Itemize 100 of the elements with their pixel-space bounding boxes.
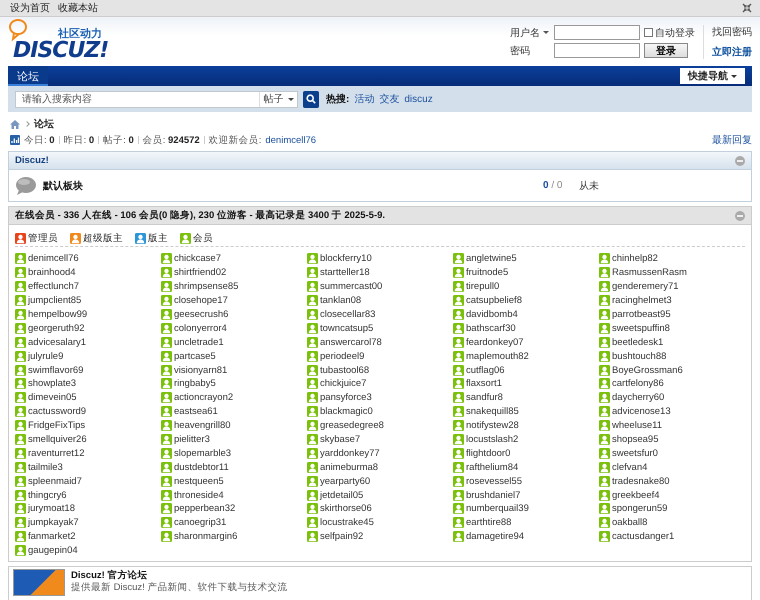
member-link[interactable]: sandfur8 xyxy=(466,392,503,404)
member-link[interactable]: spongerun59 xyxy=(612,503,668,514)
member-link[interactable]: slopemarble3 xyxy=(174,448,232,459)
member-link[interactable]: sharonmargin6 xyxy=(174,531,238,542)
member-link[interactable]: locustslash2 xyxy=(466,434,518,446)
member-link[interactable]: spleenmaid7 xyxy=(28,476,82,487)
member-link[interactable]: beetledesk1 xyxy=(612,336,664,348)
password-field[interactable] xyxy=(554,43,640,58)
member-link[interactable]: actioncrayon2 xyxy=(174,392,234,404)
member-link[interactable]: racinghelmet3 xyxy=(612,295,672,306)
register-link[interactable]: 立即注册 xyxy=(712,44,752,58)
member-link[interactable]: selfpain92 xyxy=(320,531,364,542)
member-link[interactable]: angletwine5 xyxy=(466,253,517,264)
member-link[interactable]: closecellar83 xyxy=(320,309,376,320)
member-link[interactable]: shopsea95 xyxy=(612,434,658,446)
member-link[interactable]: dimevein05 xyxy=(28,392,77,404)
member-link[interactable]: dustdebtor11 xyxy=(174,462,229,473)
member-link[interactable]: visionyarn81 xyxy=(174,364,228,376)
login-button[interactable]: 登录 xyxy=(644,43,688,58)
member-link[interactable]: snakequill85 xyxy=(466,406,519,418)
member-link[interactable]: rafthelium84 xyxy=(466,462,518,473)
member-link[interactable]: RasmussenRasm xyxy=(612,267,687,278)
collapse-icon[interactable] xyxy=(735,156,745,166)
member-link[interactable]: raventurret12 xyxy=(28,448,85,459)
member-link[interactable]: clefvan4 xyxy=(612,462,648,473)
member-link[interactable]: tradesnake80 xyxy=(612,476,670,487)
member-link[interactable]: bushtouch88 xyxy=(612,350,666,362)
member-link[interactable]: blackmagic0 xyxy=(320,406,373,418)
member-link[interactable]: answercarol78 xyxy=(320,336,382,348)
forum-name-link[interactable]: 默认板块 xyxy=(43,178,543,192)
member-link[interactable]: closehope17 xyxy=(174,295,228,306)
hot-search-link[interactable]: 交友 xyxy=(379,92,400,106)
member-link[interactable]: bathscarf30 xyxy=(466,322,516,334)
member-link[interactable]: georgeruth92 xyxy=(28,322,85,334)
member-link[interactable]: notifystew28 xyxy=(466,420,519,432)
member-link[interactable]: hempelbow99 xyxy=(28,309,88,320)
home-icon[interactable] xyxy=(10,120,20,128)
member-link[interactable]: canoegrip31 xyxy=(174,517,226,528)
member-link[interactable]: blockferry10 xyxy=(320,253,372,264)
member-link[interactable]: cactussword9 xyxy=(28,406,86,418)
member-link[interactable]: advicesalary1 xyxy=(28,336,86,348)
member-link[interactable]: fruitnode5 xyxy=(466,267,508,278)
latest-replies-link[interactable]: 最新回复 xyxy=(712,133,752,147)
member-link[interactable]: chinhelp82 xyxy=(612,253,658,264)
top-link[interactable]: 设为首页 xyxy=(10,1,50,15)
member-link[interactable]: cactusdanger1 xyxy=(612,531,674,542)
member-link[interactable]: gaugepin04 xyxy=(28,545,78,556)
member-link[interactable]: tubastool68 xyxy=(320,364,370,376)
member-link[interactable]: flightdoor0 xyxy=(466,448,510,459)
member-link[interactable]: skybase7 xyxy=(320,434,360,446)
member-link[interactable]: showplate3 xyxy=(28,378,76,390)
member-link[interactable]: yarddonkey77 xyxy=(320,448,380,459)
member-link[interactable]: parrotbeast95 xyxy=(612,309,671,320)
member-link[interactable]: cutflag06 xyxy=(466,364,505,376)
member-link[interactable]: jumpclient85 xyxy=(28,295,82,306)
member-link[interactable]: thingcry6 xyxy=(28,490,67,501)
member-link[interactable]: wheeluse11 xyxy=(612,420,662,432)
member-link[interactable]: geesecrush6 xyxy=(174,309,228,320)
member-link[interactable]: chickjuice7 xyxy=(320,378,366,390)
member-link[interactable]: pansyforce3 xyxy=(320,392,372,404)
hot-search-link[interactable]: 活动 xyxy=(354,92,374,106)
member-link[interactable]: brushdaniel7 xyxy=(466,490,520,501)
search-field[interactable]: 请输入搜索内容 帖子 xyxy=(15,90,298,108)
member-link[interactable]: earthtire88 xyxy=(466,517,512,528)
member-link[interactable]: feardonkey07 xyxy=(466,336,524,348)
member-link[interactable]: tanklan08 xyxy=(320,295,362,306)
member-link[interactable]: numberquail39 xyxy=(466,503,529,514)
logo-wordmark[interactable]: DISCUZ! xyxy=(13,40,108,62)
member-link[interactable]: sweetsfur0 xyxy=(612,448,658,459)
member-link[interactable]: genderemery71 xyxy=(612,281,679,292)
breadcrumb-item[interactable]: 论坛 xyxy=(34,117,54,131)
member-link[interactable]: partcase5 xyxy=(174,350,216,362)
member-link[interactable]: jurymoat18 xyxy=(28,503,75,514)
member-link[interactable]: chickcase7 xyxy=(174,253,221,264)
member-link[interactable]: tirepull0 xyxy=(466,281,500,292)
member-link[interactable]: towncatsup5 xyxy=(320,322,374,334)
member-link[interactable]: greasedegree8 xyxy=(320,420,384,432)
auto-login-checkbox[interactable]: 自动登录 xyxy=(644,26,695,40)
member-link[interactable]: periodeel9 xyxy=(320,350,364,362)
collapse-arrows-icon[interactable] xyxy=(742,3,752,13)
find-password-link[interactable]: 找回密码 xyxy=(712,24,752,38)
member-link[interactable]: FridgeFixTips xyxy=(28,420,86,432)
hot-search-link[interactable]: discuz xyxy=(404,94,433,104)
member-link[interactable]: smellquiver26 xyxy=(28,434,87,446)
member-link[interactable]: sweetspuffin8 xyxy=(612,322,670,334)
member-link[interactable]: oakball8 xyxy=(612,517,648,528)
member-link[interactable]: uncletrade1 xyxy=(174,336,224,348)
member-link[interactable]: jumpkayak7 xyxy=(28,517,79,528)
member-link[interactable]: catsupbelief8 xyxy=(466,295,522,306)
member-link[interactable]: fanmarket2 xyxy=(28,531,76,542)
member-link[interactable]: effectlunch7 xyxy=(28,281,80,292)
member-link[interactable]: damagetire94 xyxy=(466,531,524,542)
member-link[interactable]: julyrule9 xyxy=(28,350,64,362)
member-link[interactable]: daycherry60 xyxy=(612,392,664,404)
member-link[interactable]: advicenose13 xyxy=(612,406,671,418)
search-type-dropdown[interactable]: 帖子 xyxy=(259,92,297,106)
member-link[interactable]: denimcell76 xyxy=(28,253,79,264)
collapse-icon[interactable] xyxy=(735,210,745,220)
member-link[interactable]: summercast00 xyxy=(320,281,382,292)
member-link[interactable]: heavengrill80 xyxy=(174,420,231,432)
